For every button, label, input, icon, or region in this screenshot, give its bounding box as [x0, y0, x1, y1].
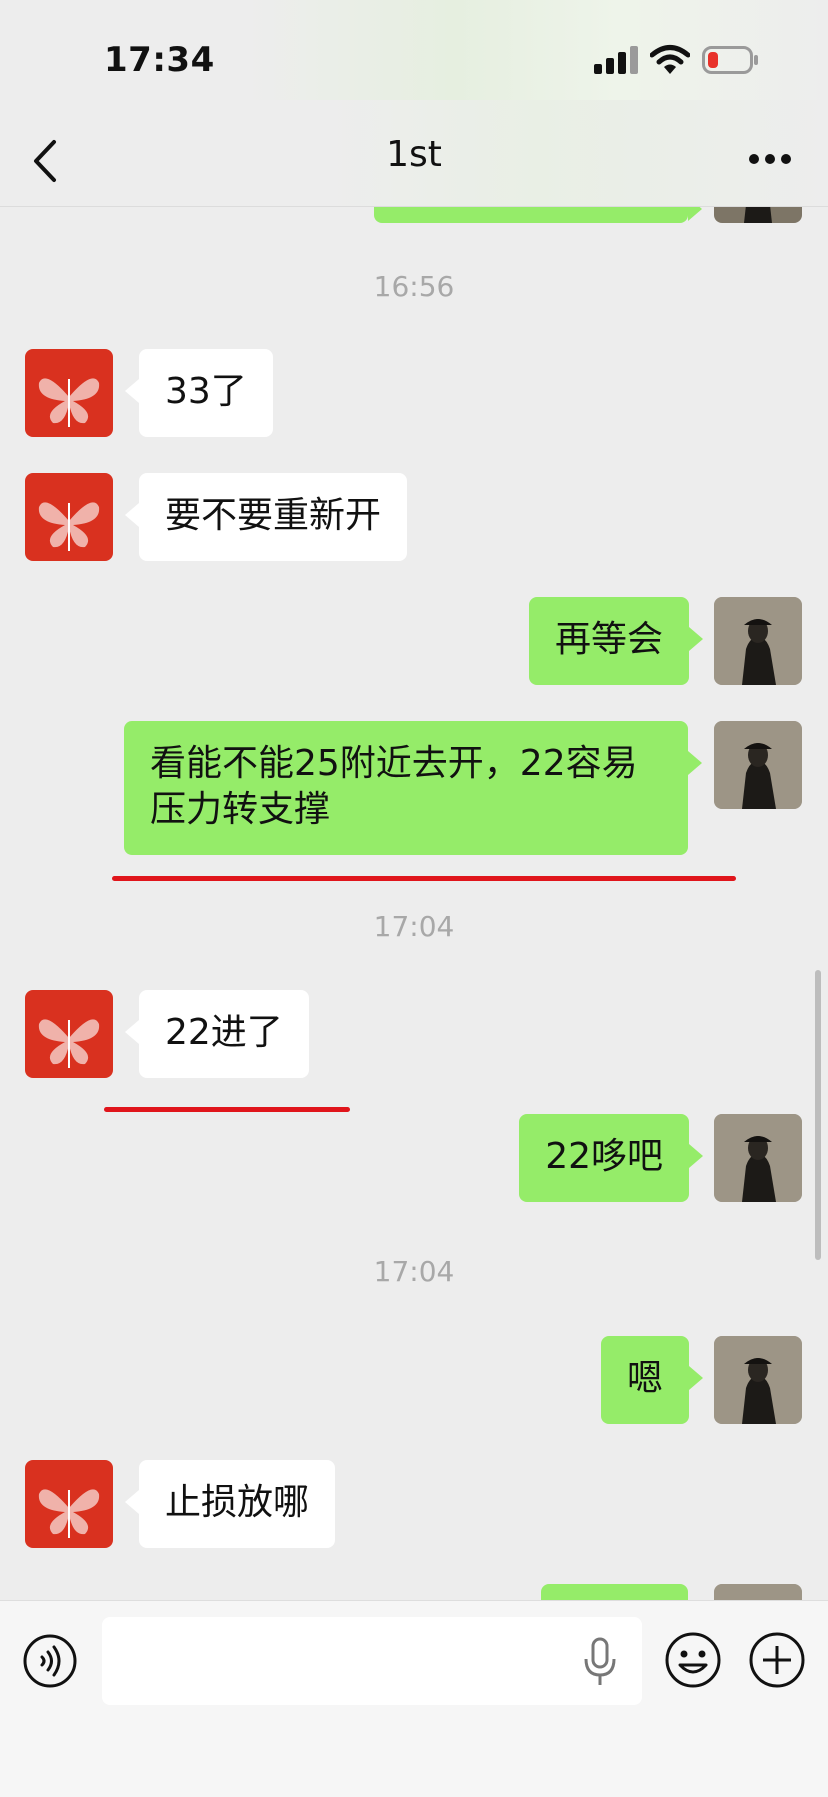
avatar-self[interactable]	[714, 721, 802, 809]
input-bar	[0, 1600, 828, 1797]
plus-icon[interactable]	[748, 1631, 806, 1689]
avatar-contact[interactable]	[25, 349, 113, 437]
message-list[interactable]: 16:56 33了 要不要重新开 再等会 看能不能25附近去开，22容易压力转支…	[0, 207, 828, 1600]
message-text: 22进了	[165, 1012, 283, 1053]
timestamp: 17:04	[373, 910, 455, 943]
message-text: 止损放哪	[165, 1482, 310, 1523]
message-text: 22哆吧	[545, 1136, 663, 1177]
message-incoming[interactable]: 22进了	[125, 990, 309, 1078]
message-text: 再等会	[554, 619, 663, 660]
battery-low-icon	[702, 46, 758, 74]
partial-message-top[interactable]	[374, 207, 702, 223]
message-outgoing[interactable]: 再等会	[528, 597, 704, 685]
timestamp: 17:04	[373, 1255, 455, 1288]
signal-icon	[594, 46, 638, 74]
emoji-icon[interactable]	[664, 1631, 722, 1689]
message-incoming[interactable]: 止损放哪	[124, 1460, 336, 1548]
avatar-self[interactable]	[714, 1336, 802, 1424]
avatar-contact[interactable]	[25, 990, 113, 1078]
chat-title: 1st	[386, 134, 442, 175]
avatar-self[interactable]	[714, 1584, 802, 1600]
message-text: 要不要重新开	[165, 495, 382, 536]
message-outgoing[interactable]: 嗯	[600, 1336, 704, 1424]
message-input[interactable]	[102, 1617, 642, 1705]
message-text: 嗯	[626, 1358, 663, 1399]
avatar-self[interactable]	[714, 207, 802, 223]
status-time: 17:34	[104, 40, 215, 80]
microphone-icon[interactable]	[580, 1637, 620, 1687]
message-outgoing[interactable]: 看能不能25附近去开，22容易压力转支撑	[124, 721, 702, 855]
timestamp: 16:56	[373, 270, 455, 303]
voice-mode-icon[interactable]	[22, 1633, 78, 1689]
avatar-contact[interactable]	[25, 1460, 113, 1548]
message-incoming[interactable]: 要不要重新开	[124, 473, 408, 561]
more-dots-icon[interactable]	[748, 152, 792, 166]
avatar-contact[interactable]	[25, 473, 113, 561]
scrollbar[interactable]	[815, 970, 821, 1260]
wifi-icon	[650, 45, 690, 74]
highlight-underline	[104, 1107, 350, 1112]
avatar-self[interactable]	[714, 1114, 802, 1202]
message-outgoing[interactable]: 22哆吧	[519, 1114, 703, 1202]
message-incoming[interactable]: 33了	[125, 349, 273, 437]
message-text: 看能不能25附近去开，22容易压力转支撑	[150, 743, 638, 830]
message-text: 33了	[165, 371, 247, 412]
avatar-self[interactable]	[714, 597, 802, 685]
highlight-underline	[112, 876, 736, 881]
partial-message-bottom[interactable]	[541, 1584, 688, 1600]
chat-header: 1st	[0, 100, 828, 207]
